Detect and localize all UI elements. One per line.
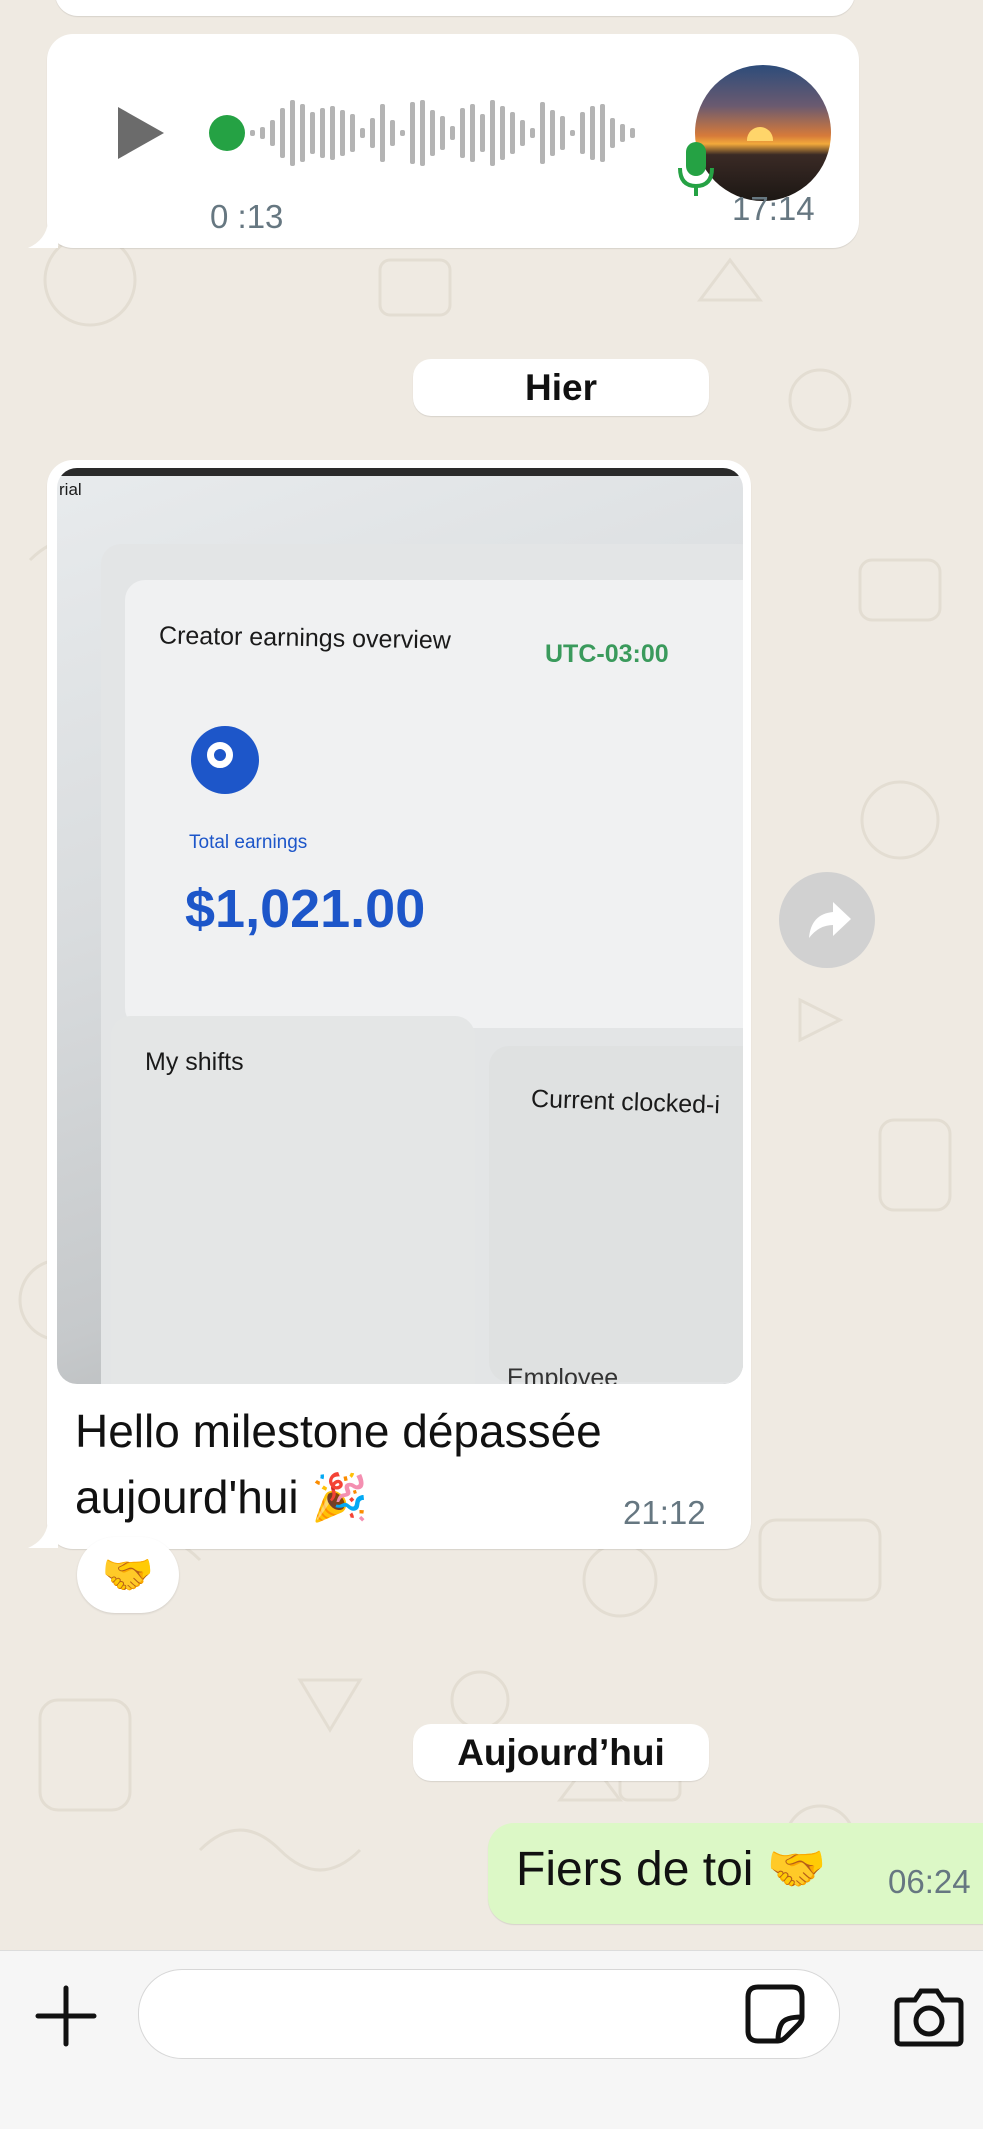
bubble-tail	[28, 222, 58, 248]
voice-time: 17:14	[732, 190, 815, 227]
photo-total-label: Total earnings	[189, 832, 308, 853]
message-input[interactable]	[138, 1969, 840, 2059]
photo-corner-text: rial	[59, 480, 82, 499]
voice-duration: 0 :13	[210, 198, 284, 235]
forward-icon	[809, 902, 851, 938]
camera-icon	[894, 1988, 964, 2047]
play-icon	[118, 107, 164, 159]
photo-total-value: $1,021.00	[185, 879, 426, 939]
outgoing-message-text: Fiers de toi 🤝	[516, 1843, 827, 1896]
outgoing-message-time: 06:24	[888, 1863, 971, 1900]
previous-message-bubble	[55, 0, 855, 16]
reaction-emoji: 🤝	[101, 1551, 155, 1598]
photo-caption-line1: Hello milestone dépassée	[75, 1405, 602, 1457]
play-button[interactable]	[112, 101, 170, 165]
sticker-icon	[745, 1984, 805, 2044]
shared-photo[interactable]: rial Creator earnings overview UTC-03:00…	[57, 468, 743, 1384]
date-separator-today: Aujourd’hui	[413, 1724, 709, 1781]
sticker-button[interactable]	[744, 1983, 806, 2045]
photo-employees: Employee	[507, 1364, 619, 1384]
photo-message-time: 21:12	[623, 1494, 706, 1531]
microphone-icon	[678, 142, 714, 196]
attach-button[interactable]	[32, 1982, 100, 2050]
forward-button[interactable]	[779, 872, 875, 968]
photo-caption-line2: aujourd'hui 🎉	[75, 1471, 369, 1523]
voice-progress-thumb[interactable]	[209, 115, 245, 151]
camera-button[interactable]	[893, 1986, 965, 2048]
plus-icon	[35, 1985, 97, 2047]
reaction-badge[interactable]: 🤝	[77, 1537, 179, 1613]
photo-shifts: My shifts	[145, 1048, 244, 1076]
photo-logo	[191, 726, 259, 794]
voice-waveform[interactable]	[248, 90, 638, 176]
photo-title: Creator earnings overview	[158, 621, 452, 655]
photo-timezone: UTC-03:00	[545, 640, 669, 668]
date-separator-yesterday: Hier	[413, 359, 709, 416]
bubble-tail	[28, 1522, 58, 1548]
